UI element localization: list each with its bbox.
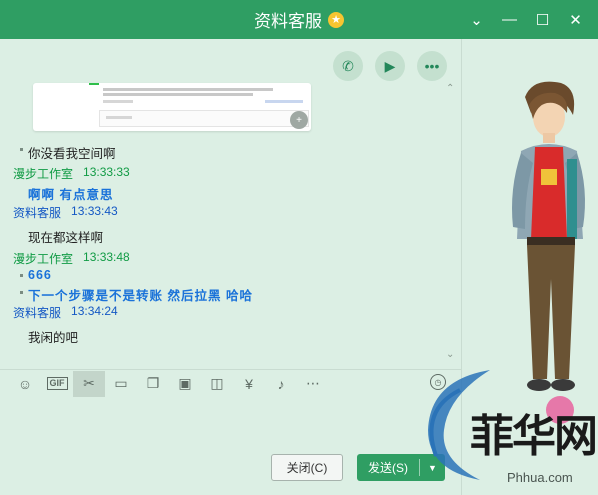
screenshot-thumbnail[interactable] xyxy=(33,83,311,131)
red-packet-icon[interactable]: ¥ xyxy=(233,371,265,397)
scroll-down-icon[interactable]: ⌄ xyxy=(446,349,454,360)
bullet xyxy=(20,148,23,151)
thumbnail-accent xyxy=(89,83,99,85)
folder-icon[interactable]: ▭ xyxy=(105,371,137,397)
minimize-icon[interactable]: — xyxy=(493,0,526,39)
file-icon[interactable]: ❐ xyxy=(137,371,169,397)
message-text: 现在都这样啊 xyxy=(28,231,104,245)
thumbnail-meta xyxy=(265,100,303,103)
shake-icon[interactable]: ◫ xyxy=(201,371,233,397)
thumbnail-line xyxy=(103,88,273,91)
watermark-text: 菲华网 xyxy=(470,411,598,462)
chevron-down-icon[interactable]: ⌄ xyxy=(460,0,493,39)
video-icon[interactable]: ▶ xyxy=(375,51,405,81)
zoom-icon[interactable]: + xyxy=(290,111,308,129)
gif-icon[interactable]: GIF xyxy=(41,371,73,397)
more-icon[interactable]: ••• xyxy=(417,51,447,81)
maximize-icon[interactable]: ☐ xyxy=(526,0,559,39)
message-time: 13:33:43 xyxy=(71,204,118,218)
message-text: 下一个步骤是不是转账 然后拉黑 哈哈 xyxy=(28,289,253,303)
title-bar: 资料客服 ★ ⌄ — ☐ ✕ xyxy=(0,0,598,39)
close-button-label: 关闭(C) xyxy=(286,461,328,475)
thumbnail-input xyxy=(99,110,309,127)
bullet xyxy=(20,291,23,294)
message-header: 漫步工作室 13:33:33 xyxy=(13,165,130,182)
close-icon[interactable]: ✕ xyxy=(559,0,592,39)
message-time: 13:33:48 xyxy=(83,250,130,264)
thumbnail-line xyxy=(103,93,253,96)
scissors-icon[interactable]: ✂ xyxy=(73,370,105,397)
sender-name: 资料客服 xyxy=(13,306,62,320)
message-header: 资料客服 13:34:24 xyxy=(13,304,118,321)
image-icon[interactable]: ▣ xyxy=(169,371,201,397)
music-icon[interactable]: ♪ xyxy=(265,371,297,397)
sender-name: 漫步工作室 xyxy=(13,167,74,181)
message-time: 13:33:33 xyxy=(83,165,130,179)
watermark-url: Phhua.com xyxy=(507,470,573,485)
phone-icon[interactable]: ✆ xyxy=(333,51,363,81)
message-time: 13:34:24 xyxy=(71,304,118,318)
input-toolbar: ☺ GIF ✂ ▭ ❐ ▣ ◫ ¥ ♪ ⋯ xyxy=(0,369,462,397)
bullet xyxy=(20,274,23,277)
message-text: 666 xyxy=(28,268,52,282)
message-text: 啊啊 有点意思 xyxy=(28,188,114,202)
emoji-icon[interactable]: ☺ xyxy=(9,371,41,397)
more-tools-icon[interactable]: ⋯ xyxy=(297,371,329,397)
message-header: 漫步工作室 13:33:48 xyxy=(13,250,130,267)
message-text: 我闲的吧 xyxy=(28,331,79,345)
close-button[interactable]: 关闭(C) xyxy=(271,454,343,481)
call-bar: ✆ ▶ ••• xyxy=(333,51,447,81)
star-badge-icon[interactable]: ★ xyxy=(328,11,344,28)
chat-panel: ✆ ▶ ••• + ⌃ ⌄ 你没看我空间啊 漫步工作室 13:33:33 啊啊 … xyxy=(0,39,462,495)
window-title: 资料客服 xyxy=(254,12,322,32)
sender-name: 漫步工作室 xyxy=(13,252,74,266)
thumbnail-meta xyxy=(103,100,133,103)
message-text: 你没看我空间啊 xyxy=(28,147,116,161)
message-input[interactable] xyxy=(0,398,462,458)
message-header: 资料客服 13:33:43 xyxy=(13,204,118,221)
sender-name: 资料客服 xyxy=(13,206,62,220)
scroll-up-icon[interactable]: ⌃ xyxy=(446,83,454,94)
